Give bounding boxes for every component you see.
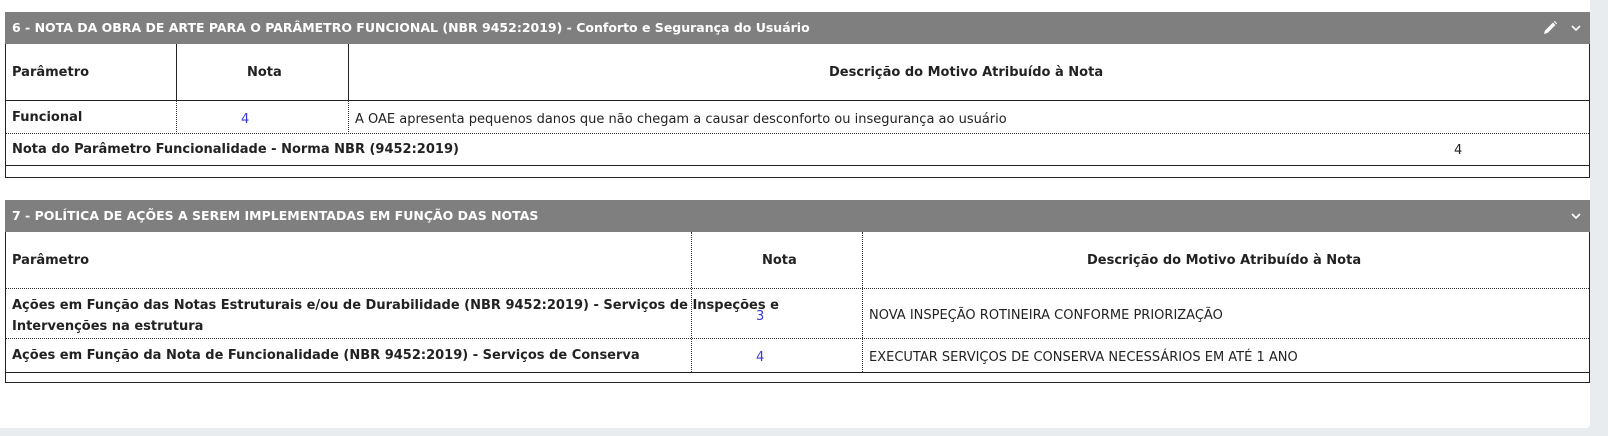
section6-row-descricao: A OAE apresenta pequenos danos que não c… — [355, 112, 1007, 127]
section6-table: Parâmetro Nota Descrição do Motivo Atrib… — [5, 44, 1590, 178]
section6-title: 6 - NOTA DA OBRA DE ARTE PARA O PARÂMETR… — [12, 20, 810, 35]
section7-row2-nota[interactable]: 4 — [756, 350, 764, 365]
pencil-icon[interactable] — [1542, 20, 1558, 36]
section7-table: Parâmetro Nota Descrição do Motivo Atrib… — [5, 232, 1590, 383]
chevron-down-icon[interactable] — [1570, 22, 1582, 34]
section7-row2-parametro: Ações em Função da Nota de Funcionalidad… — [12, 348, 640, 363]
section6-col-descricao: Descrição do Motivo Atribuído à Nota — [829, 65, 1104, 80]
section6-col-parametro: Parâmetro — [12, 65, 90, 80]
section6-summary-label: Nota do Parâmetro Funcionalidade - Norma… — [12, 142, 459, 157]
section7-row1-nota[interactable]: 3 — [756, 309, 764, 324]
section7-col-parametro: Parâmetro — [12, 253, 90, 268]
report-card: 6 - NOTA DA OBRA DE ARTE PARA O PARÂMETR… — [0, 0, 1590, 428]
section7-title: 7 - POLÍTICA DE AÇÕES A SEREM IMPLEMENTA… — [12, 208, 539, 223]
section7-col-nota: Nota — [762, 253, 797, 268]
section6-row-nota[interactable]: 4 — [241, 112, 249, 127]
section7-row1-descricao: NOVA INSPEÇÃO ROTINEIRA CONFORME PRIORIZ… — [869, 308, 1223, 323]
section6-row-parametro: Funcional — [12, 110, 83, 125]
section7-header[interactable]: 7 - POLÍTICA DE AÇÕES A SEREM IMPLEMENTA… — [5, 200, 1590, 232]
section7-row1-parametro-line2: Intervenções na estrutura — [12, 319, 204, 334]
section7-row1-parametro-line1: Ações em Função das Notas Estruturais e/… — [12, 298, 779, 313]
section6-summary-value: 4 — [1454, 143, 1463, 158]
section7-col-descricao: Descrição do Motivo Atribuído à Nota — [1087, 253, 1362, 268]
section6-header[interactable]: 6 - NOTA DA OBRA DE ARTE PARA O PARÂMETR… — [5, 12, 1590, 44]
chevron-down-icon[interactable] — [1570, 210, 1582, 222]
section6-col-nota: Nota — [247, 65, 282, 80]
section7-row2-descricao: EXECUTAR SERVIÇOS DE CONSERVA NECESSÁRIO… — [869, 350, 1298, 365]
